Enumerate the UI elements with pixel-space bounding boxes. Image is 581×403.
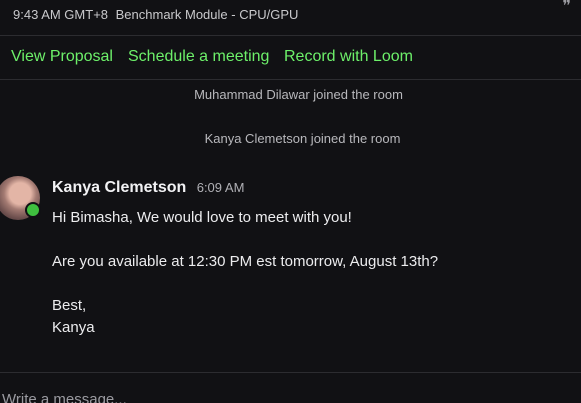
message-line: Kanya — [52, 319, 95, 336]
message-body: Hi Bimasha, We would love to meet with y… — [52, 207, 562, 339]
online-status-icon — [25, 202, 41, 218]
record-loom-link[interactable]: Record with Loom — [284, 48, 413, 66]
schedule-meeting-link[interactable]: Schedule a meeting — [128, 48, 269, 66]
message-line: Are you available at 12:30 PM est tomorr… — [52, 253, 439, 270]
header-time: 9:43 AM GMT+8 — [13, 7, 109, 22]
room-title: Benchmark Module - CPU/GPU — [115, 7, 299, 22]
header-info: 9:43 AM GMT+8 Benchmark Module - CPU/GPU — [13, 7, 298, 22]
system-message: Muhammad Dilawar joined the room — [194, 87, 403, 102]
view-proposal-link[interactable]: View Proposal — [11, 48, 113, 66]
message-header: Kanya Clemetson 6:09 AM — [52, 179, 244, 197]
system-message: Kanya Clemetson joined the room — [204, 131, 401, 146]
message-author[interactable]: Kanya Clemetson — [52, 179, 186, 196]
quote-icon[interactable]: ❞ — [562, 0, 571, 16]
action-bar: View Proposal Schedule a meeting Record … — [0, 36, 581, 80]
room-header: 9:43 AM GMT+8 Benchmark Module - CPU/GPU… — [0, 0, 581, 36]
message-line: Hi Bimasha, We would love to meet with y… — [52, 209, 352, 226]
chat-window: 9:43 AM GMT+8 Benchmark Module - CPU/GPU… — [0, 0, 581, 403]
avatar[interactable] — [0, 176, 41, 220]
message-timestamp: 6:09 AM — [196, 180, 245, 195]
message-line: Best, — [52, 297, 87, 314]
message-input[interactable] — [2, 387, 562, 403]
message-composer — [0, 372, 581, 403]
